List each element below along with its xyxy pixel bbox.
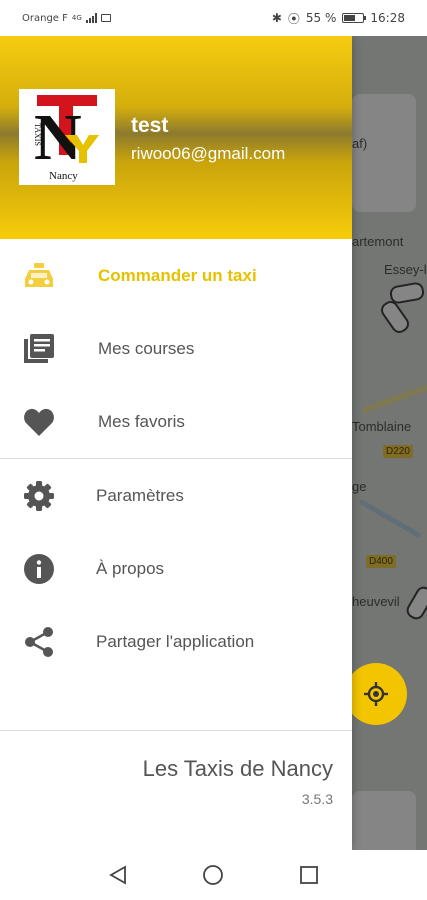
crosshair-icon: [364, 682, 388, 706]
battery-icon: [342, 13, 367, 23]
list-icon: [22, 332, 56, 366]
taxi-icon: [22, 259, 56, 293]
menu-item-a-propos[interactable]: À propos: [0, 532, 352, 605]
user-name: test: [131, 114, 169, 137]
app-version: 3.5.3: [301, 791, 333, 807]
notification-icon: [100, 14, 111, 22]
menu-item-partager[interactable]: Partager l'application: [0, 605, 352, 678]
logo-bottom-text: Nancy: [49, 170, 78, 182]
menu-item-mes-courses[interactable]: Mes courses: [0, 312, 352, 385]
drawer-header: N TAXIS Nancy test riwoo06@gmail.com: [0, 36, 352, 239]
location-icon: ⦿: [287, 11, 300, 26]
gear-icon: [22, 479, 56, 513]
heart-icon: [22, 405, 56, 439]
bluetooth-icon: ✱: [271, 11, 282, 25]
battery-percent: 55 %: [305, 11, 337, 25]
footer-divider: [0, 730, 352, 731]
clock: 16:28: [370, 11, 405, 25]
back-triangle-icon: [109, 865, 126, 885]
logo-graphic: N TAXIS Nancy: [19, 89, 115, 185]
user-email: riwoo06@gmail.com: [131, 144, 286, 163]
home-circle-icon: [203, 865, 224, 885]
menu-label: À propos: [96, 558, 165, 578]
carrier-label: Orange F: [22, 12, 68, 24]
company-logo: N TAXIS Nancy: [19, 89, 115, 185]
menu-item-parametres[interactable]: Paramètres: [0, 459, 352, 532]
menu-item-mes-favoris[interactable]: Mes favoris: [0, 385, 352, 458]
menu-label: Mes favoris: [98, 411, 185, 431]
status-bar: Orange F 4G ✱ ⦿ 55 % 16:28: [0, 0, 427, 36]
signal-icon: [85, 13, 97, 23]
system-nav-bar: [0, 850, 427, 900]
status-right: ✱ ⦿ 55 % 16:28: [272, 10, 405, 27]
menu-label: Partager l'application: [96, 631, 255, 651]
recents-square-icon: [300, 866, 319, 884]
menu-label: Paramètres: [96, 485, 184, 505]
app-name: Les Taxis de Nancy: [142, 756, 333, 781]
nav-home-button[interactable]: [193, 855, 233, 895]
info-icon: [22, 552, 56, 586]
nav-back-button[interactable]: [98, 855, 138, 895]
locate-me-button[interactable]: [345, 663, 407, 725]
menu-label: Commander un taxi: [98, 265, 257, 285]
menu-item-commander-taxi[interactable]: Commander un taxi: [0, 239, 352, 312]
nav-recents-button[interactable]: [289, 855, 329, 895]
network-label: 4G: [71, 14, 82, 22]
navigation-drawer: N TAXIS Nancy test riwoo06@gmail.com Com…: [0, 36, 352, 850]
share-icon: [22, 625, 56, 659]
status-left: Orange F 4G: [22, 13, 111, 24]
menu-label: Mes courses: [98, 338, 195, 358]
logo-side-text: TAXIS: [33, 123, 42, 146]
